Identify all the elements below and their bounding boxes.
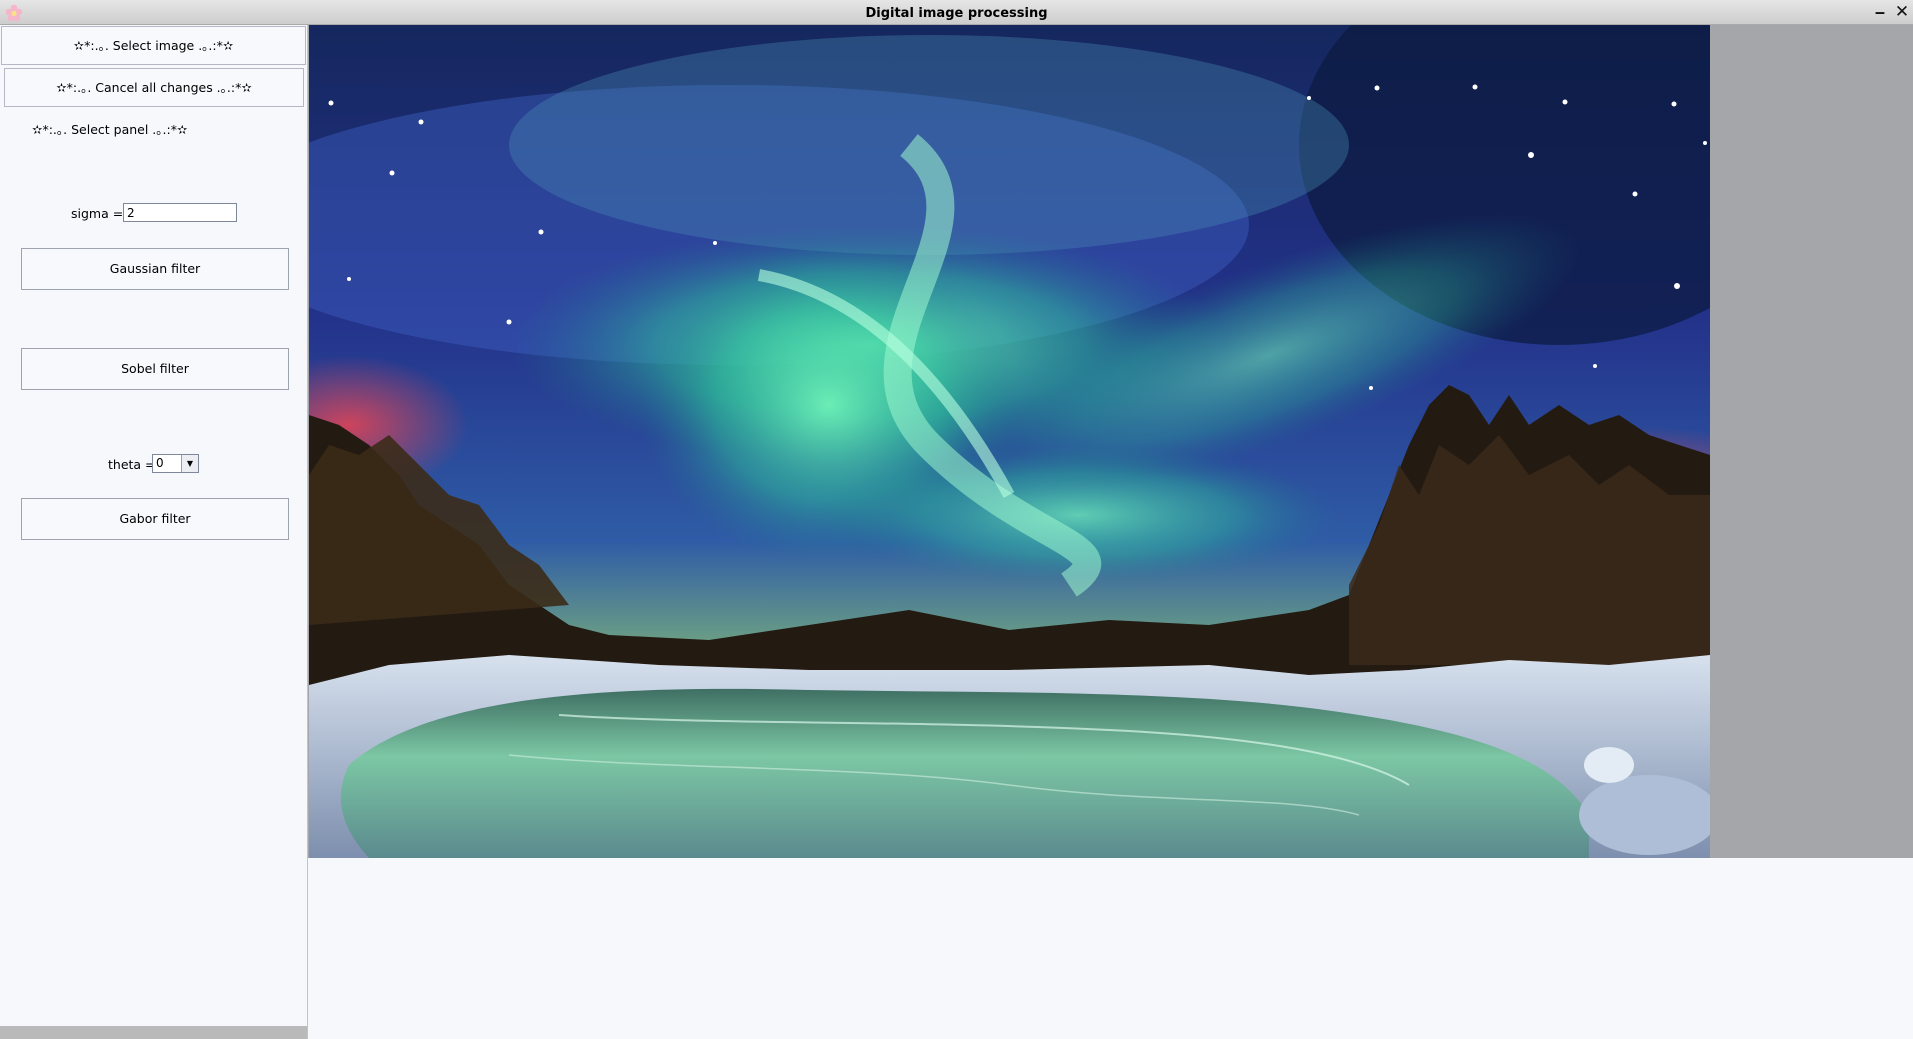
minimize-button[interactable]: ‒ <box>1871 3 1889 21</box>
loaded-image[interactable] <box>309 25 1710 858</box>
sigma-label: sigma = <box>71 206 124 221</box>
select-image-button[interactable]: ✫*:.｡. Select image .｡.:*✫ <box>1 26 306 65</box>
gaussian-filter-button[interactable]: Gaussian filter <box>21 248 289 290</box>
sigma-input[interactable] <box>123 203 237 222</box>
title-bar: Digital image processing ‒ ✕ <box>0 0 1913 25</box>
close-button[interactable]: ✕ <box>1893 3 1911 21</box>
theta-dropdown[interactable]: 0 ▼ <box>152 454 199 473</box>
theta-label: theta = <box>108 457 156 472</box>
image-display-area <box>308 25 1913 858</box>
chevron-down-icon[interactable]: ▼ <box>181 455 198 472</box>
output-area <box>308 858 1913 1039</box>
cancel-all-changes-button[interactable]: ✫*:.｡. Cancel all changes .｡.:*✫ <box>4 68 304 107</box>
theta-value: 0 <box>156 456 164 470</box>
window-title: Digital image processing <box>865 6 1048 21</box>
select-panel-label[interactable]: ✫*:.｡. Select panel .｡.:*✫ <box>32 119 187 138</box>
gabor-filter-button[interactable]: Gabor filter <box>21 498 289 540</box>
control-panel: ✫*:.｡. Select image .｡.:*✫ ✫*:.｡. Cancel… <box>0 25 308 1039</box>
horizontal-scrollbar[interactable] <box>0 1026 307 1039</box>
sobel-filter-button[interactable]: Sobel filter <box>21 348 289 390</box>
